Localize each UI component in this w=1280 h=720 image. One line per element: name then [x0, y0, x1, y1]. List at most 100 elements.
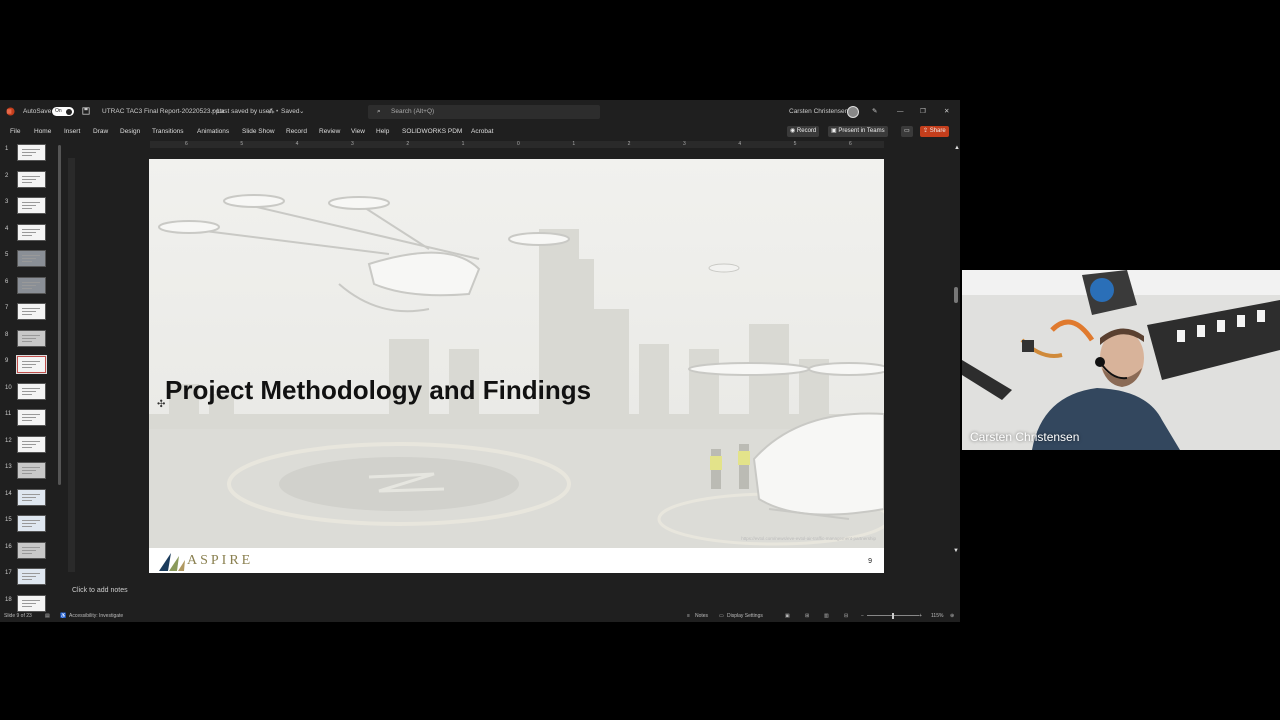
slide-thumbnail-image[interactable] — [17, 409, 46, 426]
slide-sorter-icon[interactable]: ⊞ — [805, 610, 809, 622]
slide-thumbnail-image[interactable] — [17, 435, 46, 453]
minimize-icon[interactable]: — — [897, 100, 904, 124]
slide-thumbnail-image[interactable] — [17, 197, 46, 214]
tab-solidworks-pdm[interactable]: SOLIDWORKS PDM — [402, 124, 462, 140]
tab-draw[interactable]: Draw — [93, 124, 108, 140]
accessibility-icon[interactable]: ♿ — [60, 610, 66, 622]
slide-thumbnail-image[interactable] — [17, 276, 46, 294]
slide-thumbnail-13[interactable]: 13 — [0, 460, 60, 486]
notes-icon[interactable]: ≡ — [687, 610, 690, 622]
slide-thumbnail-image[interactable] — [17, 541, 46, 559]
record-button[interactable]: ◉ Record — [787, 126, 820, 137]
user-name[interactable]: Carsten Christensen — [789, 100, 848, 124]
slide-thumbnail-image[interactable] — [17, 223, 46, 241]
tab-transitions[interactable]: Transitions — [152, 124, 184, 140]
slide-thumbnail-15[interactable]: 15 — [0, 513, 60, 539]
saved-label[interactable]: Saved — [281, 100, 299, 124]
spelling-icon[interactable]: ▤ — [45, 610, 50, 622]
slide-thumbnail-1[interactable]: 1 — [0, 142, 60, 168]
pen-icon[interactable]: ✎ — [872, 100, 877, 124]
present-in-teams-button[interactable]: ▣ Present in Teams — [828, 126, 888, 137]
tab-view[interactable]: View — [351, 124, 365, 140]
tab-acrobat[interactable]: Acrobat — [471, 124, 493, 140]
slide-thumbnail-number: 16 — [5, 543, 12, 550]
slide-thumbnail-2[interactable]: 2 — [0, 169, 60, 195]
autosave-toggle[interactable]: On — [52, 107, 74, 116]
thumbnail-text-line — [22, 287, 32, 289]
image-source-link[interactable]: https://evtol.com/news/eve-evtol-air-tra… — [741, 536, 876, 541]
notes-placeholder[interactable]: Click to add notes — [72, 587, 128, 594]
slide-thumbnail-number: 13 — [5, 464, 12, 470]
slide-thumbnail-17[interactable]: 17 — [0, 566, 60, 592]
tab-review[interactable]: Review — [319, 124, 340, 140]
reading-view-icon[interactable]: ▥ — [824, 610, 829, 622]
tab-insert[interactable]: Insert — [64, 124, 80, 140]
slide-thumbnail-14[interactable]: 14 — [0, 487, 60, 513]
slide-thumbnail-image[interactable] — [17, 303, 46, 320]
slide-thumbnail-6[interactable]: 6 — [0, 275, 60, 301]
zoom-slider-thumb[interactable] — [892, 613, 894, 619]
slide-thumbnail-16[interactable]: 16 — [0, 540, 60, 566]
avatar[interactable] — [847, 106, 859, 118]
comments-button[interactable]: ▭ — [901, 126, 913, 137]
zoom-in-icon[interactable]: + — [919, 610, 922, 622]
file-name[interactable]: UTRAC TAC3 Final Report-20220523.pptx — [102, 100, 225, 124]
slide-thumbnail-3[interactable]: 3 — [0, 195, 60, 221]
tab-design[interactable]: Design — [120, 124, 140, 140]
slide-thumbnail-image[interactable] — [17, 170, 46, 188]
slide-thumbnail-number: 10 — [5, 384, 12, 391]
scroll-down-icon[interactable]: ▼ — [953, 548, 959, 554]
close-icon[interactable]: ✕ — [944, 100, 949, 124]
thumbnail-text-line — [22, 308, 40, 309]
zoom-level[interactable]: 115% — [931, 610, 943, 622]
slide-thumbnail-4[interactable]: 4 — [0, 222, 60, 248]
slide-thumbnail-12[interactable]: 12 — [0, 434, 60, 460]
display-icon[interactable]: ▭ — [719, 610, 724, 622]
scroll-up-icon[interactable]: ▲ — [954, 145, 960, 151]
slide-thumbnail-image[interactable] — [17, 462, 46, 479]
slide-thumbnail-image[interactable] — [17, 594, 46, 612]
display-settings-button[interactable]: Display Settings — [727, 610, 763, 622]
tab-help[interactable]: Help — [376, 124, 389, 140]
restore-icon[interactable]: ❐ — [920, 100, 926, 124]
slide-thumbnail-image[interactable] — [17, 382, 46, 400]
slide-thumbnail-image[interactable] — [17, 515, 46, 532]
slide-title[interactable]: Project Methodology and Findings — [165, 375, 591, 406]
chevron-down-icon[interactable]: ⌄ — [299, 100, 304, 124]
save-icon[interactable] — [82, 100, 90, 124]
tab-file[interactable]: File — [10, 124, 20, 140]
zoom-out-icon[interactable]: − — [861, 610, 864, 622]
tab-home[interactable]: Home — [34, 124, 51, 140]
slide-scrollbar[interactable]: ▲ ▼ — [953, 145, 960, 565]
slide-thumbnail-image[interactable] — [17, 329, 46, 347]
slide-thumbnail-10[interactable]: 10 — [0, 381, 60, 407]
slideshow-view-icon[interactable]: ⊟ — [844, 610, 848, 622]
tab-animations[interactable]: Animations — [197, 124, 229, 140]
thumbnail-scrollbar[interactable] — [58, 145, 61, 485]
notes-pane[interactable]: Click to add notes — [66, 581, 956, 605]
slide-thumbnail-9[interactable]: 9 — [0, 354, 60, 380]
slide-thumbnail-8[interactable]: 8 — [0, 328, 60, 354]
tab-slide-show[interactable]: Slide Show — [242, 124, 275, 140]
slide-thumbnail-11[interactable]: 11 — [0, 407, 60, 433]
slide-thumbnail-image[interactable] — [17, 568, 46, 585]
fit-to-window-icon[interactable]: ⊕ — [950, 610, 954, 622]
scrollbar-thumb[interactable] — [954, 287, 958, 303]
slide-canvas[interactable]: Project Methodology and Findings ASPIRE … — [149, 159, 884, 573]
slide-thumbnail-image[interactable] — [17, 144, 46, 161]
normal-view-icon[interactable]: ▣ — [785, 610, 790, 622]
share-button[interactable]: ⇪ Share — [920, 126, 949, 137]
search-box[interactable]: ⌕ Search (Alt+Q) — [368, 105, 600, 119]
slide-thumbnail-image[interactable] — [17, 250, 46, 267]
slide-thumbnail-image[interactable] — [16, 355, 47, 374]
notes-button[interactable]: Notes — [695, 610, 708, 622]
search-input[interactable]: Search (Alt+Q) — [391, 105, 434, 119]
accessibility-status[interactable]: Accessibility: Investigate — [69, 610, 123, 622]
slide-thumbnail-5[interactable]: 5 — [0, 248, 60, 274]
thumbnail-text-line — [22, 605, 32, 607]
save-status[interactable]: Last saved by user — [217, 100, 272, 124]
slide-thumbnail-7[interactable]: 7 — [0, 301, 60, 327]
thumbnail-text-line — [22, 579, 32, 580]
tab-record[interactable]: Record — [286, 124, 307, 140]
slide-thumbnail-image[interactable] — [17, 488, 46, 506]
